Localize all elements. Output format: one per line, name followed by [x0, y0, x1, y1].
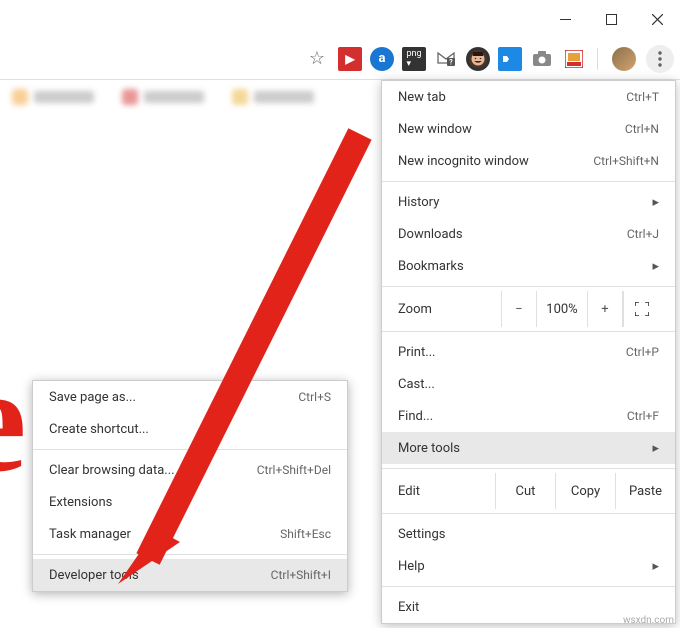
menu-help[interactable]: Help ▸ — [382, 550, 675, 582]
menu-separator — [382, 468, 675, 469]
menu-separator — [382, 331, 675, 332]
submenu-create-shortcut[interactable]: Create shortcut... — [33, 413, 347, 445]
toolbar-divider — [597, 48, 598, 70]
zoom-label: Zoom — [398, 302, 501, 317]
more-tools-submenu: Save page as... Ctrl+S Create shortcut..… — [32, 380, 348, 592]
menu-label: Print... — [398, 345, 435, 360]
menu-label: Task manager — [49, 527, 131, 542]
paste-button[interactable]: Paste — [615, 473, 675, 509]
watermark: wsxdn.com — [623, 615, 674, 626]
menu-label: Cast... — [398, 377, 435, 392]
extension-icon[interactable] — [562, 47, 586, 71]
menu-shortcut: Ctrl+P — [626, 345, 659, 359]
edit-label: Edit — [398, 484, 495, 499]
menu-shortcut: Ctrl+J — [627, 227, 659, 241]
menu-shortcut: Ctrl+N — [625, 122, 659, 136]
menu-bookmarks[interactable]: Bookmarks ▸ — [382, 250, 675, 282]
zoom-value: 100% — [537, 302, 587, 317]
menu-new-incognito[interactable]: New incognito window Ctrl+Shift+N — [382, 145, 675, 177]
extension-icon[interactable]: ? — [434, 47, 458, 71]
menu-separator — [382, 586, 675, 587]
more-menu-button[interactable] — [646, 45, 674, 73]
menu-label: New window — [398, 122, 472, 137]
bookmark-item[interactable] — [232, 89, 314, 105]
menu-shortcut: Ctrl+Shift+Del — [257, 463, 331, 477]
menu-more-tools[interactable]: More tools ▸ — [382, 432, 675, 464]
menu-separator — [382, 181, 675, 182]
menu-separator — [33, 449, 347, 450]
extension-icon[interactable]: a — [370, 47, 394, 71]
extension-icon[interactable]: png▾ — [402, 47, 426, 71]
menu-label: Clear browsing data... — [49, 463, 175, 478]
zoom-in-button[interactable]: + — [587, 291, 623, 327]
copy-button[interactable]: Copy — [555, 473, 615, 509]
menu-label: New incognito window — [398, 154, 529, 169]
window-titlebar — [0, 0, 680, 38]
submenu-caret-icon: ▸ — [652, 195, 659, 210]
menu-separator — [382, 286, 675, 287]
menu-shortcut: Shift+Esc — [280, 527, 331, 541]
page-logo: e — [0, 334, 27, 506]
extension-icon[interactable] — [466, 47, 490, 71]
menu-label: Exit — [398, 600, 419, 615]
menu-separator — [382, 513, 675, 514]
fullscreen-button[interactable] — [623, 291, 659, 327]
menu-zoom-row: Zoom − 100% + — [382, 291, 675, 327]
menu-new-window[interactable]: New window Ctrl+N — [382, 113, 675, 145]
menu-new-tab[interactable]: New tab Ctrl+T — [382, 81, 675, 113]
menu-label: More tools — [398, 441, 460, 456]
extension-icon[interactable] — [530, 47, 554, 71]
menu-find[interactable]: Find... Ctrl+F — [382, 400, 675, 432]
submenu-task-manager[interactable]: Task manager Shift+Esc — [33, 518, 347, 550]
minimize-button[interactable] — [542, 0, 588, 38]
extension-icon[interactable]: ▶ — [338, 47, 362, 71]
menu-label: Find... — [398, 409, 433, 424]
submenu-caret-icon: ▸ — [652, 559, 659, 574]
menu-shortcut: Ctrl+Shift+N — [593, 154, 659, 168]
submenu-extensions[interactable]: Extensions — [33, 486, 347, 518]
menu-label: Settings — [398, 527, 445, 542]
bookmark-star-icon[interactable]: ☆ — [309, 48, 325, 69]
profile-avatar[interactable] — [612, 47, 636, 71]
menu-shortcut: Ctrl+S — [298, 390, 331, 404]
menu-history[interactable]: History ▸ — [382, 186, 675, 218]
menu-settings[interactable]: Settings — [382, 518, 675, 550]
zoom-out-button[interactable]: − — [501, 291, 537, 327]
menu-shortcut: Ctrl+T — [626, 90, 659, 104]
bookmark-item[interactable] — [122, 89, 204, 105]
browser-toolbar: ☆ ▶ a png▾ ? — [0, 38, 680, 80]
chrome-main-menu: New tab Ctrl+T New window Ctrl+N New inc… — [381, 80, 676, 624]
menu-label: Downloads — [398, 227, 463, 242]
submenu-save-page[interactable]: Save page as... Ctrl+S — [33, 381, 347, 413]
menu-label: Save page as... — [49, 390, 136, 405]
submenu-developer-tools[interactable]: Developer tools Ctrl+Shift+I — [33, 559, 347, 591]
menu-label: History — [398, 195, 439, 210]
extension-icon[interactable] — [498, 47, 522, 71]
close-button[interactable] — [634, 0, 680, 38]
menu-edit-row: Edit Cut Copy Paste — [382, 473, 675, 509]
submenu-clear-browsing-data[interactable]: Clear browsing data... Ctrl+Shift+Del — [33, 454, 347, 486]
menu-shortcut: Ctrl+F — [627, 409, 659, 423]
submenu-caret-icon: ▸ — [652, 259, 659, 274]
maximize-button[interactable] — [588, 0, 634, 38]
menu-print[interactable]: Print... Ctrl+P — [382, 336, 675, 368]
menu-label: New tab — [398, 90, 446, 105]
menu-separator — [33, 554, 347, 555]
menu-label: Create shortcut... — [49, 422, 149, 437]
menu-label: Developer tools — [49, 568, 139, 583]
bookmark-item[interactable] — [12, 89, 94, 105]
submenu-caret-icon: ▸ — [652, 441, 659, 456]
menu-shortcut: Ctrl+Shift+I — [271, 568, 331, 582]
menu-label: Help — [398, 559, 425, 574]
menu-downloads[interactable]: Downloads Ctrl+J — [382, 218, 675, 250]
menu-label: Bookmarks — [398, 259, 464, 274]
cut-button[interactable]: Cut — [495, 473, 555, 509]
menu-label: Extensions — [49, 495, 112, 510]
menu-cast[interactable]: Cast... — [382, 368, 675, 400]
svg-text:?: ? — [449, 58, 453, 66]
